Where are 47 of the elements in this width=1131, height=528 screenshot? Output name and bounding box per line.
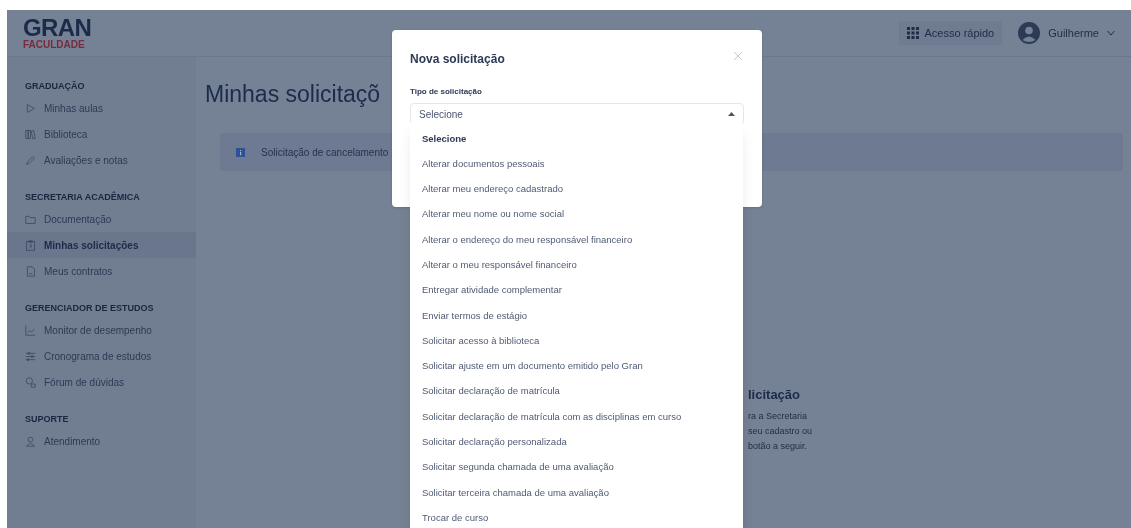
pencil-icon	[25, 154, 36, 166]
chevron-down-icon	[1107, 30, 1115, 36]
empty-state-text: seu cadastro ou	[748, 424, 813, 438]
info-icon	[236, 147, 245, 157]
books-icon	[25, 128, 36, 140]
dropdown-option[interactable]: Solicitar declaração de matrícula	[410, 378, 743, 405]
person-icon	[25, 435, 36, 447]
section-heading: GERENCIADOR DE ESTUDOS	[24, 302, 155, 316]
line-chart-icon	[25, 324, 36, 336]
dropdown-option[interactable]: Solicitar declaração personalizada	[410, 429, 743, 455]
user-menu[interactable]: Guilherme	[1018, 22, 1115, 44]
document-icon	[25, 265, 36, 277]
logo-title: GRAN	[23, 16, 92, 40]
banner-text: Solicitação de cancelamento	[261, 145, 389, 160]
close-button[interactable]	[732, 50, 744, 62]
logo-subtitle: FACULDADE	[23, 40, 86, 50]
page-title: Minhas solicitaçõ	[205, 80, 381, 109]
dropdown-option[interactable]: Alterar meu endereço cadastrado	[410, 176, 743, 202]
dropdown-option[interactable]: Solicitar acesso à biblioteca	[410, 328, 743, 354]
avatar-icon	[1018, 22, 1041, 44]
field-label: Tipo de solicitação	[409, 86, 483, 98]
folder-icon	[25, 213, 36, 225]
section-heading: GRADUAÇÃO	[24, 80, 86, 94]
dropdown-option[interactable]: Solicitar declaração de matrícula com as disciplinas em curso	[410, 404, 743, 430]
empty-state-title: licitação	[748, 386, 802, 404]
play-icon	[25, 102, 36, 114]
dropdown-option[interactable]: Enviar termos de estágio	[410, 303, 743, 329]
clipboard-icon	[25, 239, 36, 251]
chat-bubbles-icon	[25, 376, 36, 388]
dropdown-option[interactable]: Selecione	[410, 126, 743, 152]
section-heading: SUPORTE	[24, 413, 70, 427]
dropdown-option[interactable]: Alterar o meu responsável financeiro	[410, 252, 743, 278]
dropdown-option[interactable]: Solicitar segunda chamada de uma avaliação	[410, 454, 743, 481]
modal-title: Nova solicitação	[410, 51, 505, 68]
empty-state-text: ra a Secretaria	[748, 409, 809, 423]
dropdown-option[interactable]: Entregar atividade complementar	[410, 277, 743, 304]
section-heading: SECRETARIA ACADÊMICA	[24, 190, 141, 205]
dropdown-option[interactable]: Alterar documentos pessoais	[410, 151, 743, 177]
dropdown-option[interactable]: Solicitar terceira chamada de uma avaliação	[410, 480, 743, 506]
dropdown-option[interactable]: Solicitar ajuste em um documento emitido pelo Gran	[410, 353, 743, 379]
empty-state-text: botão a seguir.	[748, 439, 809, 453]
sliders-icon	[25, 350, 36, 362]
grid-icon	[906, 27, 919, 39]
dropdown-option[interactable]: Alterar meu nome ou nome social	[410, 201, 743, 228]
dropdown-option[interactable]: Trocar de curso	[410, 505, 743, 528]
dropdown-option[interactable]: Alterar o endereço do meu responsável financeiro	[410, 227, 743, 253]
caret-icon	[728, 112, 735, 116]
